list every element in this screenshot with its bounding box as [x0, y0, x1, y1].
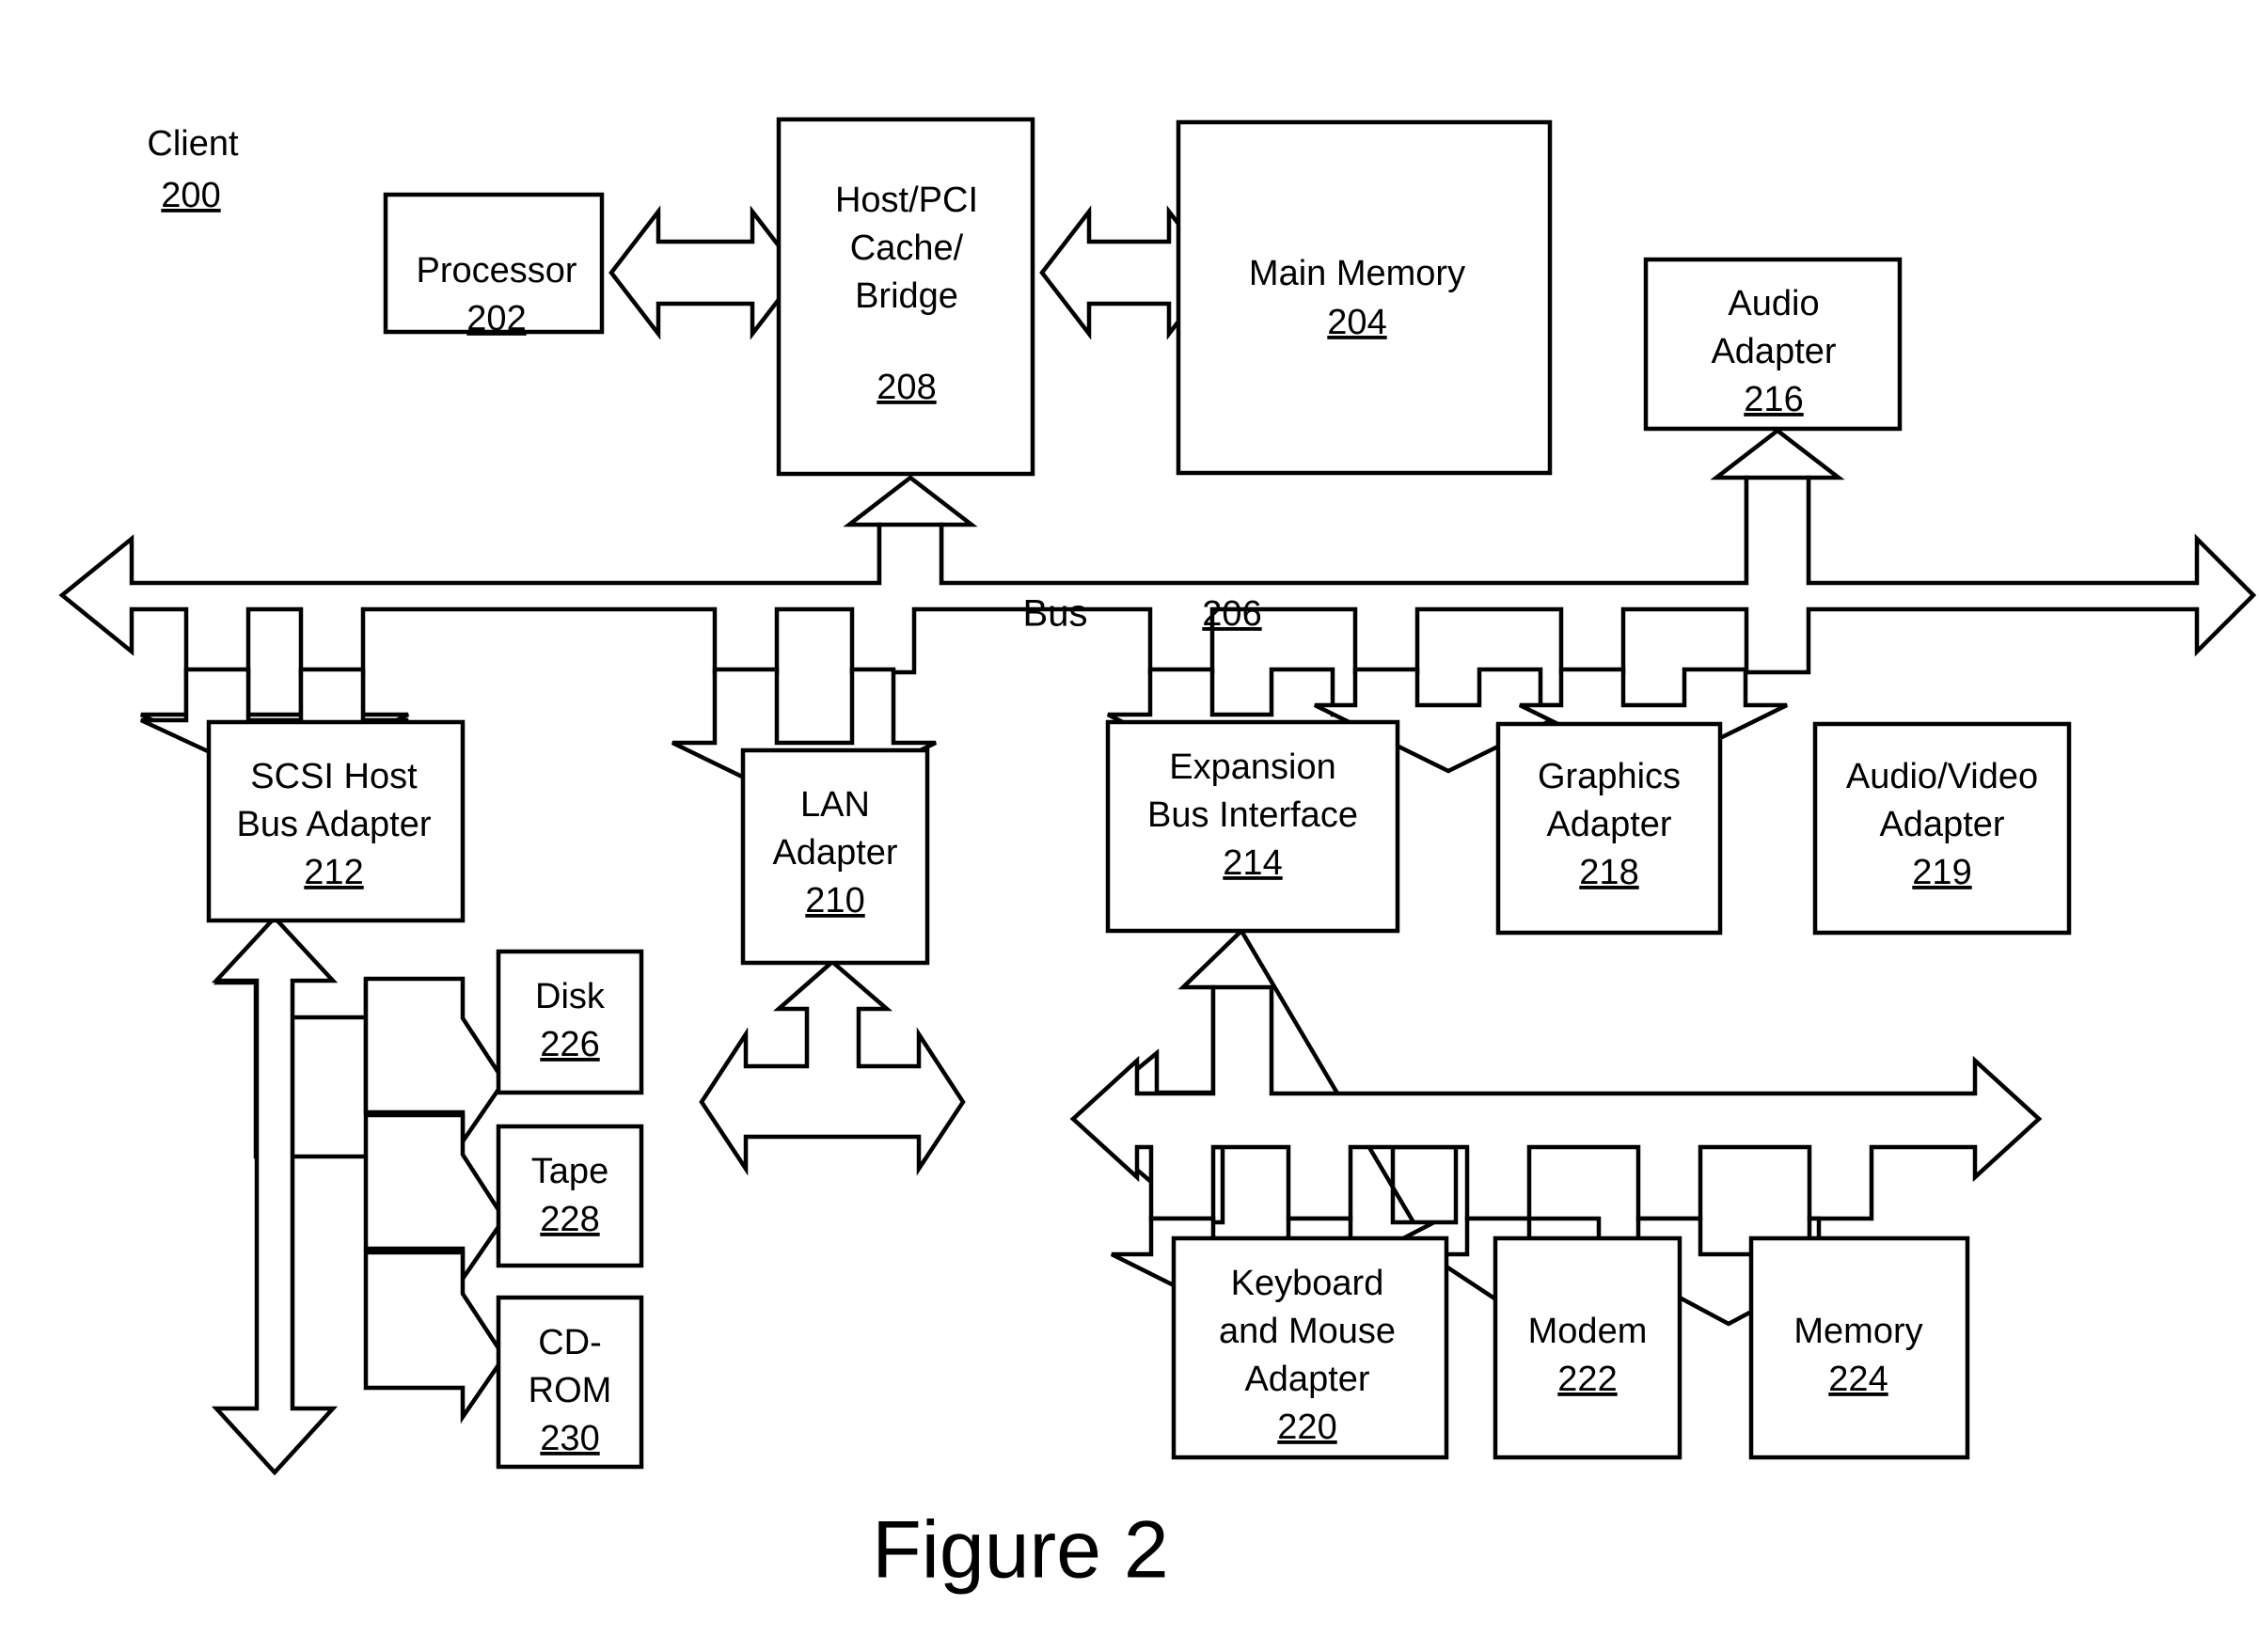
- client-label: Client: [147, 124, 239, 164]
- audio-adapter-ref: 216: [1744, 380, 1803, 419]
- connector-processor-bridge: [608, 205, 802, 340]
- main-memory-label: Main Memory: [1249, 254, 1465, 293]
- memory-label: Memory: [1793, 1312, 1922, 1351]
- tape-label: Tape: [531, 1152, 608, 1191]
- audio-adapter-label-line2: Adapter: [1711, 332, 1836, 371]
- scsi-vertical-bus: [211, 914, 339, 1476]
- keyboard-label-line2: and Mouse: [1219, 1312, 1396, 1351]
- cdrom-ref: 230: [540, 1419, 599, 1458]
- scsi-label-line2: Bus Adapter: [236, 805, 431, 844]
- tape-ref: 228: [540, 1200, 599, 1239]
- diagram-canvas: Client 200 Processor 202 Host/PCI Cache/…: [58, 117, 2257, 1596]
- lan-label-line1: LAN: [800, 785, 870, 825]
- connector-lan-network: [699, 959, 966, 1176]
- graphics-label-line2: Adapter: [1546, 805, 1671, 844]
- processor-ref: 202: [466, 299, 526, 338]
- disk-label: Disk: [535, 977, 606, 1016]
- modem-label: Modem: [1528, 1312, 1648, 1351]
- client-ref: 200: [161, 176, 220, 215]
- graphics-ref: 218: [1579, 853, 1638, 892]
- host-pci-bridge-label-line3: Bridge: [855, 276, 958, 316]
- box-tape[interactable]: [496, 1124, 644, 1268]
- memory-ref: 224: [1828, 1360, 1888, 1399]
- cdrom-label-line1: CD-: [538, 1323, 602, 1362]
- graphics-label-line1: Graphics: [1538, 757, 1681, 796]
- main-memory-ref: 204: [1327, 303, 1386, 342]
- box-main-memory[interactable]: [1176, 119, 1553, 476]
- expansion-label-line1: Expansion: [1169, 747, 1335, 787]
- lan-label-line2: Adapter: [772, 833, 897, 873]
- bus-arrow: [58, 475, 2257, 675]
- disk-ref: 226: [540, 1025, 599, 1064]
- connector-scsi-cdrom: [363, 1250, 507, 1424]
- figure-2-block-diagram: Client 200 Processor 202 Host/PCI Cache/…: [0, 0, 2259, 1652]
- box-disk[interactable]: [496, 949, 644, 1095]
- scsi-ref: 212: [304, 853, 363, 892]
- av-label-line2: Adapter: [1879, 805, 2004, 844]
- host-pci-bridge-label-line2: Cache/: [850, 228, 964, 268]
- host-pci-bridge-ref: 208: [877, 368, 936, 407]
- expansion-label-line2: Bus Interface: [1147, 795, 1358, 835]
- av-label-line1: Audio/Video: [1846, 757, 2038, 796]
- figure-caption: Figure 2: [872, 1505, 1169, 1596]
- bus-label: Bus: [1023, 593, 1088, 635]
- lan-ref: 210: [805, 881, 864, 920]
- keyboard-ref: 220: [1277, 1408, 1336, 1447]
- av-ref: 219: [1912, 853, 1971, 892]
- scsi-label-line1: SCSI Host: [250, 757, 418, 796]
- modem-ref: 222: [1557, 1360, 1617, 1399]
- keyboard-label-line1: Keyboard: [1231, 1264, 1384, 1303]
- keyboard-label-line3: Adapter: [1244, 1360, 1369, 1399]
- processor-label: Processor: [416, 251, 577, 291]
- expansion-horizontal-bus: [1069, 984, 2043, 1221]
- host-pci-bridge-label-line1: Host/PCI: [835, 181, 978, 220]
- audio-adapter-label-line1: Audio: [1728, 284, 1819, 323]
- bus-ref: 206: [1202, 594, 1261, 634]
- expansion-ref: 214: [1223, 843, 1282, 883]
- cdrom-label-line2: ROM: [529, 1371, 612, 1410]
